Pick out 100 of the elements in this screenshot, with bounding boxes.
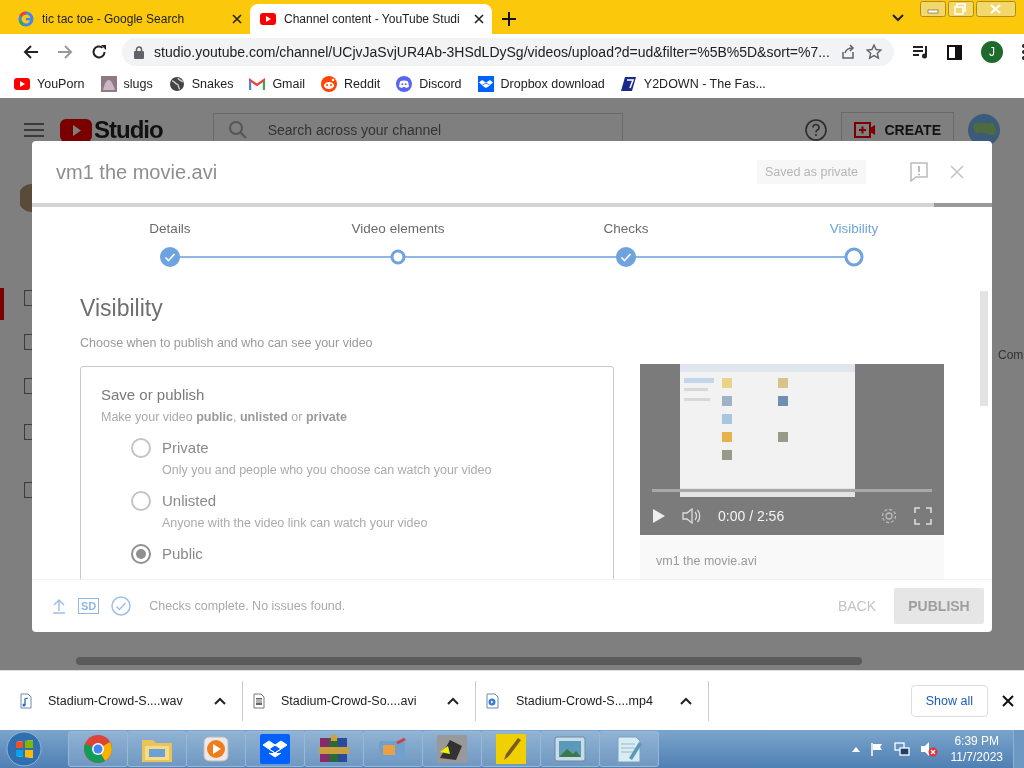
reload-icon[interactable] [91,44,107,60]
vertical-scrollbar[interactable] [980,291,988,406]
notepad-icon[interactable] [615,734,643,764]
radio-label: Private [162,438,210,457]
check-circle-icon[interactable] [160,247,180,267]
radio-button[interactable] [131,544,151,564]
media-file-icon [486,692,500,709]
browser-tab[interactable]: tic tac toe - Google Search [8,4,250,34]
chevron-up-icon[interactable] [447,696,459,705]
bookmark[interactable]: Reddit [321,76,381,92]
radio-description: Anyone with the video link can watch your video [162,516,428,530]
clock-date[interactable]: 11/7/2023 [950,749,1003,765]
horizontal-scrollbar[interactable] [76,657,862,665]
step-circle-icon[interactable] [844,247,864,267]
check-circle-icon[interactable] [111,596,132,616]
profile-avatar[interactable]: J [980,41,1003,63]
radio-label: Public [162,544,203,563]
controller-icon [396,76,413,92]
box-icon[interactable] [260,734,290,764]
address-bar[interactable]: studio.youtube.com/channel/UCjvJaSvjUR4Ab-3HSdLDySg/videos/upload?d=ud&filter=%5B%5D&sort=%7... [122,38,894,66]
download-item[interactable]: Stadium-Crowd-S....wav [20,692,183,709]
card-description: Make your video public, unlisted or private [101,410,348,424]
chevron-up-icon[interactable] [680,696,692,705]
close-icon[interactable] [1002,694,1014,707]
step-label[interactable]: Video elements [351,221,445,239]
media-queue-icon[interactable] [912,45,929,59]
star-icon[interactable] [865,44,882,60]
step-label[interactable]: Details [149,221,191,239]
section-description: Choose when to publish and who can see your video [80,336,374,350]
feedback-icon[interactable] [910,162,928,182]
radio-button[interactable] [131,438,151,458]
more-menu-icon[interactable] [1021,44,1024,60]
status-message: Checks complete. No issues found. [149,599,346,613]
menu-icon[interactable] [24,123,44,137]
bookmark[interactable]: slugs [100,76,153,92]
google-icon [18,11,34,27]
step-label[interactable]: Checks [603,221,649,239]
play-logo-icon [60,118,92,142]
photo-viewer-icon[interactable] [554,736,586,762]
books-icon[interactable] [318,734,350,764]
flag-icon[interactable] [869,742,884,756]
play-icon[interactable] [652,508,666,524]
video-filename: vm1 the movie.avi [656,554,757,568]
bookmark-logo-icon [620,76,637,92]
restore-icon[interactable] [948,1,974,17]
chevron-down-icon[interactable] [892,14,904,22]
volume-icon[interactable] [682,507,702,525]
fullscreen-icon[interactable] [914,507,932,525]
save-status: Saved as private [756,160,866,184]
check-circle-icon[interactable] [616,247,636,267]
video-time: 0:00 / 2:56 [718,508,785,524]
search-icon [228,121,247,139]
back-arrow-icon[interactable] [23,44,39,60]
radio-label: Unlisted [162,491,218,510]
bookmark[interactable]: Discord [396,76,462,92]
thumbnail-icon [100,76,117,92]
settings-icon[interactable] [880,507,898,525]
bookmark[interactable]: Dropbox download [477,76,605,92]
pencil-icon[interactable] [496,734,526,764]
lock-icon [134,45,144,59]
mail-icon [249,78,266,90]
show-all-button[interactable]: Show all [910,684,988,717]
close-icon[interactable] [474,14,484,24]
minimize-icon[interactable] [920,1,946,17]
bookmark[interactable]: Gmail [249,77,306,91]
film-file-icon [253,692,265,709]
chevron-up-icon[interactable] [214,696,226,705]
download-item[interactable]: Stadium-Crowd-S....mp4 [486,692,653,709]
section-heading: Visibility [80,295,164,322]
radio-button[interactable] [131,491,151,511]
active-indicator [0,288,4,320]
music-file-icon [20,692,32,709]
side-panel-icon[interactable] [946,44,962,60]
network-icon[interactable] [893,741,910,757]
alien-icon [321,76,338,92]
download-item[interactable]: Stadium-Crowd-So....avi [253,692,417,709]
dialog-title: vm1 the movie.avi [56,160,218,184]
muted-speaker-icon[interactable] [919,741,938,757]
start-orb-icon[interactable] [6,731,42,767]
plus-icon[interactable] [502,12,516,26]
forward-arrow-icon[interactable] [57,44,73,60]
play-icon[interactable] [202,735,230,763]
video-plus-icon [854,122,877,138]
browser-tab[interactable]: Channel content - YouTube Studi [250,4,492,34]
help-icon[interactable] [805,119,828,141]
bookmark[interactable]: Snakes [168,76,234,92]
globe-icon [168,76,185,92]
card-title: Save or publish [101,386,206,403]
play-icon [14,78,30,90]
logo-text: Studio [94,116,163,144]
step-circle-icon[interactable] [390,249,406,265]
share-icon[interactable] [839,44,856,60]
close-icon[interactable] [232,14,242,24]
channel-avatar-icon [20,184,32,212]
chrome-icon[interactable] [83,734,113,764]
upload-icon[interactable] [52,598,66,614]
radio-description: Only you and people who you choose can watch your video [162,463,492,477]
bookmark[interactable]: YouPorn [14,77,85,91]
column-heading: Com [998,348,1024,362]
bookmark[interactable]: Y2DOWN - The Fas... [620,76,766,92]
